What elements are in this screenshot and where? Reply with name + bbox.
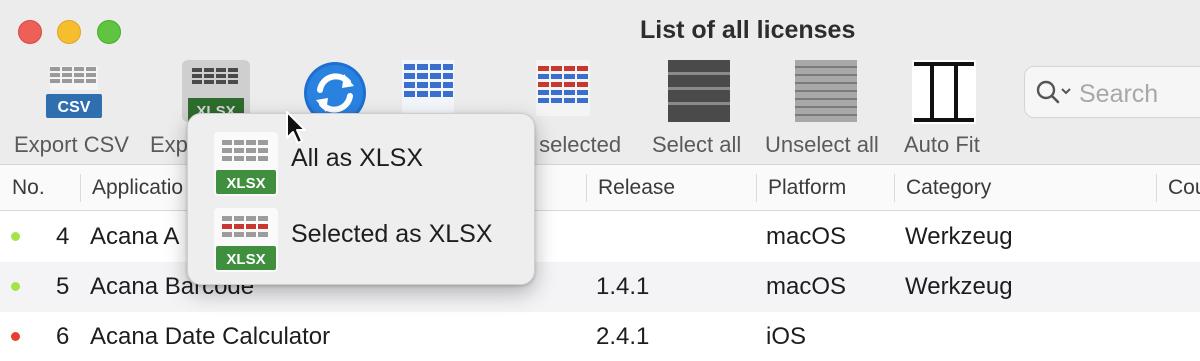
column-divider[interactable]	[894, 174, 895, 202]
cell-category: Werkzeug	[905, 223, 1013, 250]
selected-grid-icon	[536, 60, 590, 116]
column-divider[interactable]	[586, 174, 587, 202]
cell-platform: macOS	[766, 273, 847, 300]
status-dot	[11, 232, 20, 241]
close-window-button[interactable]	[18, 20, 42, 44]
app-window: List of all licenses CSV Export CSV XLSX	[0, 0, 1200, 361]
mouse-pointer-icon	[286, 111, 306, 144]
column-header-no[interactable]: No.	[12, 176, 45, 200]
minimize-window-button[interactable]	[57, 20, 81, 44]
cell-application: Acana A	[90, 223, 180, 250]
cell-category: Werkzeug	[905, 273, 1013, 300]
table-row[interactable]: 6 Acana Date Calculator 2.4.1 iOS	[0, 312, 1200, 361]
status-dot	[11, 332, 20, 341]
export-csv-label: Export CSV	[14, 132, 129, 157]
search-placeholder: Search	[1079, 80, 1159, 108]
cell-application: Acana Date Calculator	[90, 323, 331, 350]
unselect-all-icon	[795, 60, 857, 122]
column-divider[interactable]	[1156, 174, 1157, 202]
column-header-country[interactable]: Cou	[1168, 176, 1200, 200]
menu-item-selected-as-xlsx[interactable]: XLSX Selected as XLSX	[188, 200, 534, 276]
table-header: No. Applicatio Release Platform Category…	[0, 165, 1200, 211]
xlsx-selected-icon: XLSX	[214, 208, 278, 272]
menu-item-all-as-xlsx[interactable]: XLSX All as XLSX	[188, 124, 534, 200]
cell-no: 6	[56, 323, 70, 350]
licenses-table: No. Applicatio Release Platform Category…	[0, 164, 1200, 361]
search-icon	[1036, 80, 1071, 104]
cell-platform: iOS	[766, 323, 807, 350]
column-header-release[interactable]: Release	[598, 176, 675, 200]
cell-no: 4	[56, 223, 70, 250]
xlsx-all-icon: XLSX	[214, 132, 278, 196]
svg-text:CSV: CSV	[58, 99, 91, 116]
auto-fit-label: Auto Fit	[904, 132, 980, 157]
column-header-category[interactable]: Category	[906, 176, 991, 200]
csv-file-icon: CSV	[46, 66, 102, 118]
select-all-icon	[668, 60, 730, 122]
blue-grid-icon	[402, 60, 454, 116]
menu-item-label: Selected as XLSX	[291, 220, 493, 248]
cell-release: 2.4.1	[596, 323, 650, 350]
table-row[interactable]: 4 Acana A macOS Werkzeug	[0, 212, 1200, 262]
status-dot	[11, 282, 20, 291]
column-divider[interactable]	[756, 174, 757, 202]
export-xlsx-menu: XLSX All as XLSX XLSX Selected as XLSX	[187, 113, 535, 285]
column-header-platform[interactable]: Platform	[768, 176, 846, 200]
search-field[interactable]: Search	[1024, 66, 1200, 118]
window-title: List of all licenses	[640, 16, 856, 44]
cell-no: 5	[56, 273, 70, 300]
svg-text:XLSX: XLSX	[226, 175, 265, 192]
cell-release: 1.4.1	[596, 273, 650, 300]
select-all-label: Select all	[652, 132, 742, 157]
table-row[interactable]: 5 Acana Barcode 1.4.1 macOS Werkzeug	[0, 262, 1200, 312]
cell-platform: macOS	[766, 223, 847, 250]
svg-text:XLSX: XLSX	[226, 251, 265, 268]
zoom-window-button[interactable]	[97, 20, 121, 44]
export-xlsx-label: Exp	[150, 132, 188, 157]
column-header-application[interactable]: Applicatio	[92, 176, 183, 200]
auto-fit-icon	[912, 60, 976, 124]
unselect-all-label: Unselect all	[765, 132, 879, 157]
copy-selected-label: y selected	[522, 132, 622, 157]
column-divider[interactable]	[80, 174, 81, 202]
menu-item-label: All as XLSX	[291, 144, 424, 172]
